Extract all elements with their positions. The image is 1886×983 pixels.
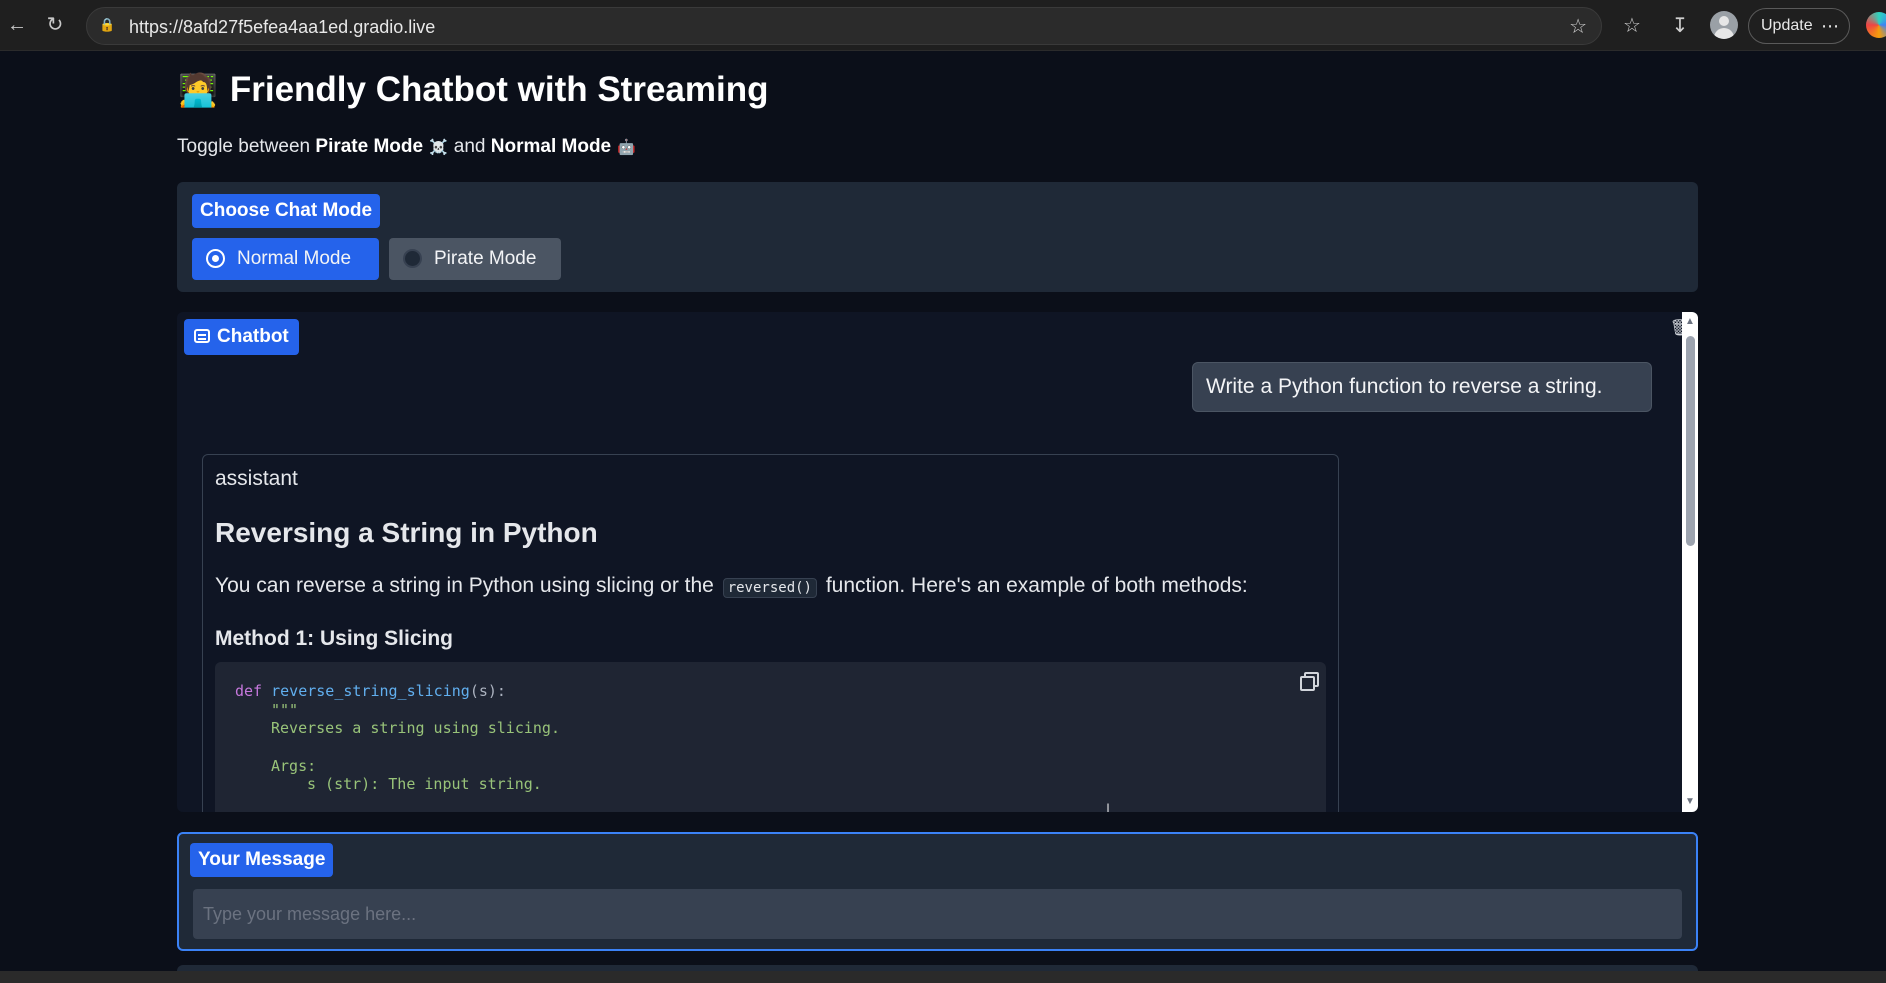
scroll-down-icon[interactable]: ▼ [1684,796,1696,808]
page-subtitle: Toggle between Pirate Mode ☠️ and Normal M… [177,136,642,158]
scroll-up-icon[interactable]: ▲ [1684,316,1696,328]
subtitle-normal: Normal Mode [490,136,612,157]
star-icon[interactable]: ☆ [1569,14,1587,39]
code-line: """ [271,701,299,719]
radio-label: Pirate Mode [434,248,537,269]
update-label: Update [1761,17,1813,34]
update-button[interactable]: Update ⋯ [1748,8,1850,44]
address-bar[interactable]: 🔒 https://8afd27f5efea4aa1ed.gradio.live… [86,7,1602,45]
reload-icon[interactable]: ↻ [40,10,70,40]
download-icon[interactable]: ↧ [1666,12,1694,40]
more-icon: ⋯ [1821,16,1839,36]
robot-icon: 🤖 [617,139,636,156]
chatbot-label: Chatbot [184,319,299,355]
technologist-icon: 🧑‍💻 [178,72,218,108]
subtitle-pirate: Pirate Mode [315,136,424,157]
gradio-app: 🧑‍💻 Friendly Chatbot with Streaming Toggl… [0,52,1886,971]
scrollbar-thumb[interactable] [1686,336,1695,546]
assistant-intro: You can reverse a string in Python using… [215,574,1248,598]
code-block: def reverse_string_slicing(s): """ Rever… [215,662,1326,812]
radio-pirate-mode[interactable]: Pirate Mode [389,238,561,280]
message-panel: Your Message [177,832,1698,951]
title-text: Friendly Chatbot with Streaming [229,70,769,109]
subtitle-prefix: Toggle between [177,136,311,157]
code-line: s (str): The input string. [307,775,542,793]
browser-toolbar: ← ↻ 🔒 https://8afd27f5efea4aa1ed.gradio.… [0,0,1886,51]
inline-code: reversed() [722,578,817,598]
mode-label: Choose Chat Mode [192,194,381,228]
code-text: (s): [469,682,506,700]
code-line: def reverse_string_slicing(s): [235,682,506,700]
profile-avatar[interactable] [1710,11,1738,39]
skull-icon: ☠️ [429,139,448,156]
radio-dot [403,249,422,268]
page-title: 🧑‍💻 Friendly Chatbot with Streaming [178,70,768,110]
method-heading: Method 1: Using Slicing [215,627,454,650]
lock-icon: 🔒 [99,17,116,32]
favorites-icon[interactable]: ☆ [1618,12,1646,40]
subtitle-and: and [453,136,486,157]
intro-text: function. Here's an example of both meth… [825,574,1248,597]
chat-icon [194,329,210,343]
code-function: reverse_string_slicing [271,682,470,700]
message-label: Your Message [190,843,334,877]
url-text: https://8afd27f5efea4aa1ed.gradio.live [129,17,436,37]
copilot-icon[interactable] [1866,12,1886,38]
message-input[interactable] [193,889,1682,939]
user-message: Write a Python function to reverse a str… [1192,362,1652,412]
back-icon[interactable]: ← [2,10,32,40]
code-keyword: def [235,682,263,700]
chatbot-panel: Chatbot Write a Python function to rever… [177,312,1698,812]
copy-icon[interactable] [1300,672,1319,691]
code-line: Args: [271,757,317,775]
code-line: Reverses a string using slicing. [271,719,560,737]
radio-dot-selected [206,249,225,268]
assistant-role: assistant [215,467,298,490]
radio-normal-mode[interactable]: Normal Mode [192,238,379,280]
scroll-to-bottom-icon[interactable]: ↓ [1094,796,1122,812]
assistant-message: assistant Reversing a String in Python Y… [202,454,1339,812]
window-bottom-edge [0,971,1886,983]
chatbot-label-text: Chatbot [217,326,289,347]
assistant-heading: Reversing a String in Python [215,517,598,548]
radio-label: Normal Mode [237,248,352,269]
intro-text: You can reverse a string in Python using… [215,574,714,597]
